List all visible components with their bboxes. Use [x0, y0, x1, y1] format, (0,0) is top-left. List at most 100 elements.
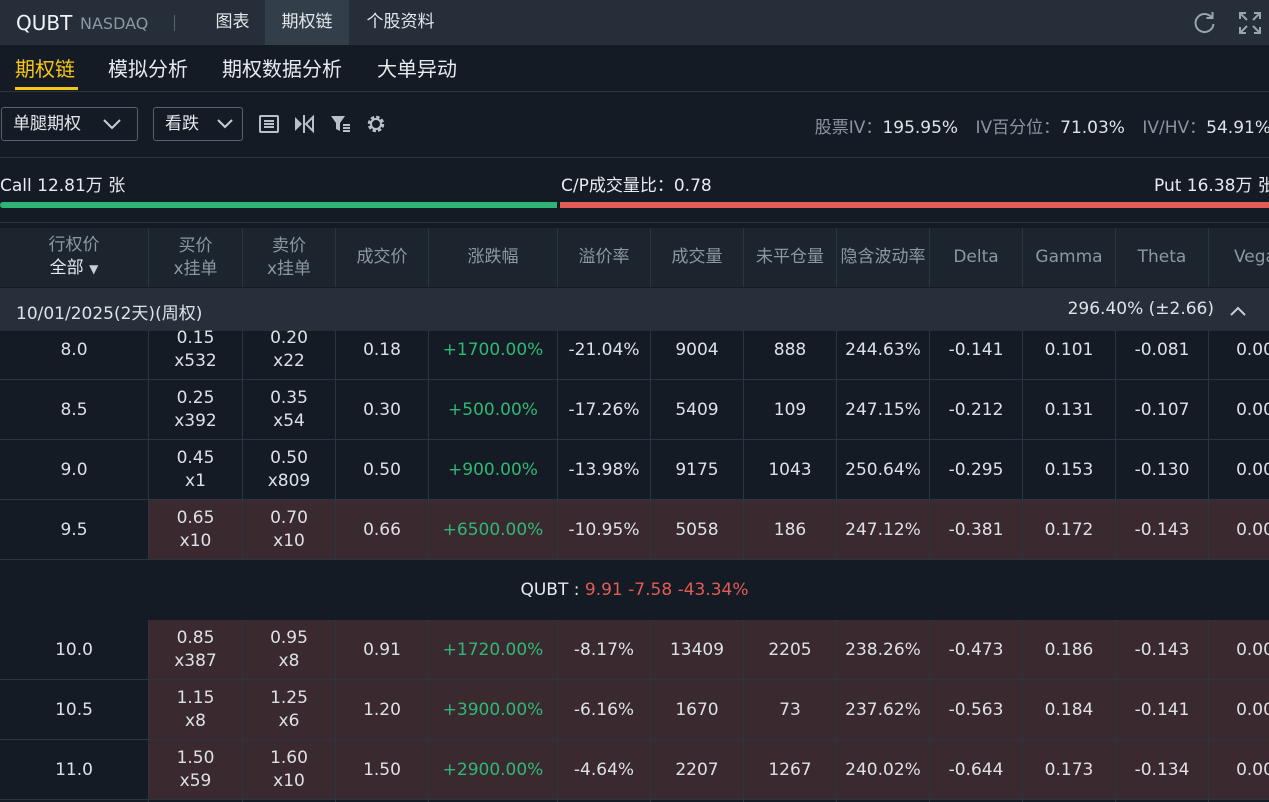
- cell-gamma: 0.186: [1044, 639, 1094, 660]
- divider: [174, 15, 175, 31]
- ask-price: 0.35: [270, 388, 308, 408]
- expand-icon[interactable]: [1237, 10, 1263, 36]
- cell-vega: 0.00: [1236, 699, 1269, 720]
- direction-dropdown[interactable]: 看跌: [153, 107, 243, 141]
- ask-size: x22: [273, 351, 305, 371]
- col-last[interactable]: 成交价: [336, 228, 428, 287]
- cell-strike: 8.5: [60, 399, 88, 420]
- cell-volume: 1670: [675, 699, 719, 720]
- column-divider: [1115, 331, 1116, 560]
- bid-size: x1: [185, 471, 206, 491]
- cell-last: 0.30: [363, 399, 401, 420]
- expiry-iv: 296.40% (±2.66): [1067, 299, 1214, 319]
- subtab-simulation[interactable]: 模拟分析: [108, 53, 188, 82]
- cell-theta: -0.143: [1134, 639, 1190, 660]
- cell-last: 0.66: [363, 519, 401, 540]
- col-volume[interactable]: 成交量: [651, 228, 743, 287]
- col-strike-label: 行权价: [48, 235, 100, 255]
- bid-price: 0.25: [176, 388, 215, 408]
- bid-size: x392: [174, 411, 217, 431]
- cell-iv: 247.12%: [845, 519, 921, 540]
- strike-filter[interactable]: 全部 ▼: [50, 257, 99, 281]
- tab-chart[interactable]: 图表: [200, 0, 265, 45]
- column-divider: [650, 228, 651, 287]
- strategy-dropdown[interactable]: 单腿期权: [1, 107, 138, 141]
- option-row[interactable]: 10.0 0.85 x387 0.95 x8 0.91 +1720.00% -8.17% 134…: [0, 620, 1269, 680]
- cell-bid: 0.65 x10: [149, 500, 242, 560]
- chevron-up-icon[interactable]: [1229, 302, 1247, 321]
- option-row[interactable]: 9.5 0.65 x10 0.70 x10 0.66 +6500.00% -10.95% 505…: [0, 500, 1269, 560]
- cell-theta: -0.081: [1134, 339, 1190, 360]
- cell-vega: 0.00: [1236, 639, 1269, 660]
- col-strike[interactable]: 行权价 全部 ▼: [0, 228, 148, 287]
- filter-icon[interactable]: [329, 113, 351, 135]
- column-divider: [1115, 620, 1116, 802]
- col-open-interest[interactable]: 未平仓量: [744, 228, 836, 287]
- cell-last: 1.50: [363, 759, 401, 780]
- column-divider: [557, 620, 558, 802]
- cell-oi: 186: [773, 519, 807, 540]
- refresh-icon[interactable]: [1192, 10, 1218, 36]
- col-ask[interactable]: 卖价 x挂单: [243, 228, 335, 287]
- cell-change: +2900.00%: [442, 759, 544, 780]
- strategy-value: 单腿期权: [13, 114, 81, 134]
- call-volume: Call 12.81万 张: [0, 176, 126, 196]
- cell-oi: 1267: [768, 759, 812, 780]
- col-premium[interactable]: 溢价率: [558, 228, 650, 287]
- col-change[interactable]: 涨跌幅: [429, 228, 557, 287]
- option-row[interactable]: 9.0 0.45 x1 0.50 x809 0.50 +900.00% -13.98% 9175…: [0, 440, 1269, 500]
- cell-iv: 250.64%: [845, 459, 921, 480]
- option-row[interactable]: 8.0 0.15 x532 0.20 x22 0.18 +1700.00% -21.04% 90…: [0, 320, 1269, 380]
- cell-premium: -17.26%: [568, 399, 640, 420]
- compare-icon[interactable]: [293, 113, 315, 135]
- option-row[interactable]: 10.5 1.15 x8 1.25 x6 1.20 +3900.00% -6.16% 1670 7…: [0, 680, 1269, 740]
- ask-price: 0.95: [270, 628, 308, 648]
- cell-gamma: 0.184: [1044, 699, 1094, 720]
- column-divider: [148, 228, 149, 287]
- cell-change: +3900.00%: [442, 699, 544, 720]
- subtab-options-chain[interactable]: 期权链: [15, 53, 75, 82]
- option-row[interactable]: 8.5 0.25 x392 0.35 x54 0.30 +500.00% -17.26% 540…: [0, 380, 1269, 440]
- column-divider: [335, 620, 336, 802]
- direction-value: 看跌: [165, 114, 199, 134]
- cell-last: 1.20: [363, 699, 401, 720]
- column-divider: [836, 228, 837, 287]
- col-implied-vol[interactable]: 隐含波动率: [837, 228, 929, 287]
- ask-size: x10: [273, 771, 305, 791]
- cell-strike: 10.0: [55, 639, 93, 660]
- subtab-options-data[interactable]: 期权数据分析: [222, 53, 342, 82]
- ask-size: x10: [273, 531, 305, 551]
- cell-ask: 0.50 x809: [243, 440, 335, 500]
- subtab-block-trades[interactable]: 大单异动: [377, 53, 457, 82]
- col-gamma[interactable]: Gamma: [1023, 228, 1115, 287]
- col-delta[interactable]: Delta: [930, 228, 1022, 287]
- cell-gamma: 0.131: [1044, 399, 1094, 420]
- col-vega[interactable]: Vega: [1209, 228, 1269, 287]
- cell-gamma: 0.173: [1044, 759, 1094, 780]
- underlying-symbol: QUBT :: [520, 580, 580, 600]
- col-theta[interactable]: Theta: [1116, 228, 1208, 287]
- option-row[interactable]: 11.0 1.50 x59 1.60 x10 1.50 +2900.00% -4.64% 220…: [0, 740, 1269, 800]
- cell-ask: 0.35 x54: [243, 380, 335, 440]
- cell-strike: 9.0: [60, 459, 88, 480]
- column-divider: [929, 228, 930, 287]
- iv-hv-label: IV/HV：: [1142, 118, 1207, 138]
- cp-ratio-value: 0.78: [673, 176, 712, 196]
- column-divider: [1022, 228, 1023, 287]
- chevron-down-icon: [103, 119, 121, 130]
- tab-profile[interactable]: 个股资料: [353, 0, 448, 45]
- settings-icon[interactable]: [365, 113, 387, 135]
- cell-theta: -0.107: [1134, 399, 1190, 420]
- list-icon[interactable]: [258, 113, 280, 135]
- bid-price: 0.45: [176, 448, 215, 468]
- cell-volume: 13409: [669, 639, 725, 660]
- cell-iv: 244.63%: [845, 339, 921, 360]
- col-bid[interactable]: 买价 x挂单: [149, 228, 242, 287]
- cell-ask: 0.20 x22: [243, 320, 335, 380]
- col-ask-sub: x挂单: [266, 258, 312, 279]
- column-divider: [1022, 331, 1023, 560]
- top-bar: QUBT NASDAQ 图表 期权链 个股资料: [0, 0, 1269, 45]
- strike-filter-value: 全部: [49, 258, 84, 278]
- cell-volume: 5058: [675, 519, 719, 540]
- tab-options-chain[interactable]: 期权链: [265, 0, 349, 45]
